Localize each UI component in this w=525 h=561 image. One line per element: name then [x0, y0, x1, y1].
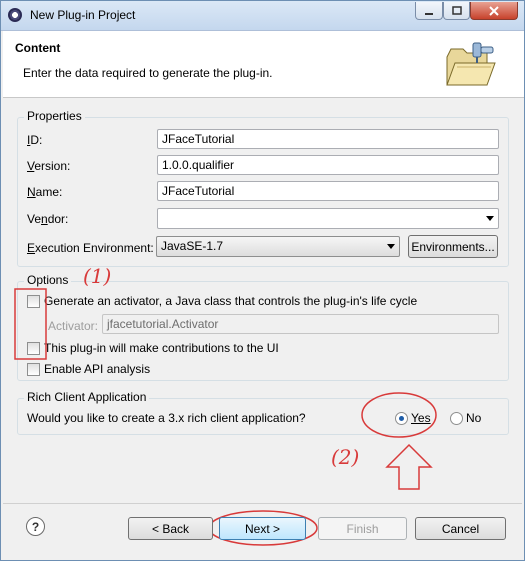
help-icon: ? [31, 519, 40, 534]
back-button[interactable]: < Back [128, 517, 213, 540]
next-button[interactable]: Next > [219, 517, 306, 540]
annotation-box [14, 288, 47, 360]
annotation-yes-ellipse [361, 392, 437, 438]
footer-separator [3, 503, 522, 504]
annotation-marker-1: (1) [83, 264, 112, 288]
finish-button-label: Finish [346, 521, 379, 536]
next-button-label: Next > [244, 521, 280, 536]
finish-button: Finish [318, 517, 407, 540]
back-button-label: < Back [151, 521, 190, 536]
annotation-marker-2: (2) [331, 445, 360, 469]
up-arrow-icon [385, 443, 433, 490]
dialog-window: New Plug-in Project Content Enter the da… [0, 0, 525, 561]
annotation-overlay [14, 288, 437, 546]
help-button[interactable]: ? [26, 517, 45, 536]
cancel-button[interactable]: Cancel [415, 517, 506, 540]
cancel-button-label: Cancel [441, 521, 480, 536]
